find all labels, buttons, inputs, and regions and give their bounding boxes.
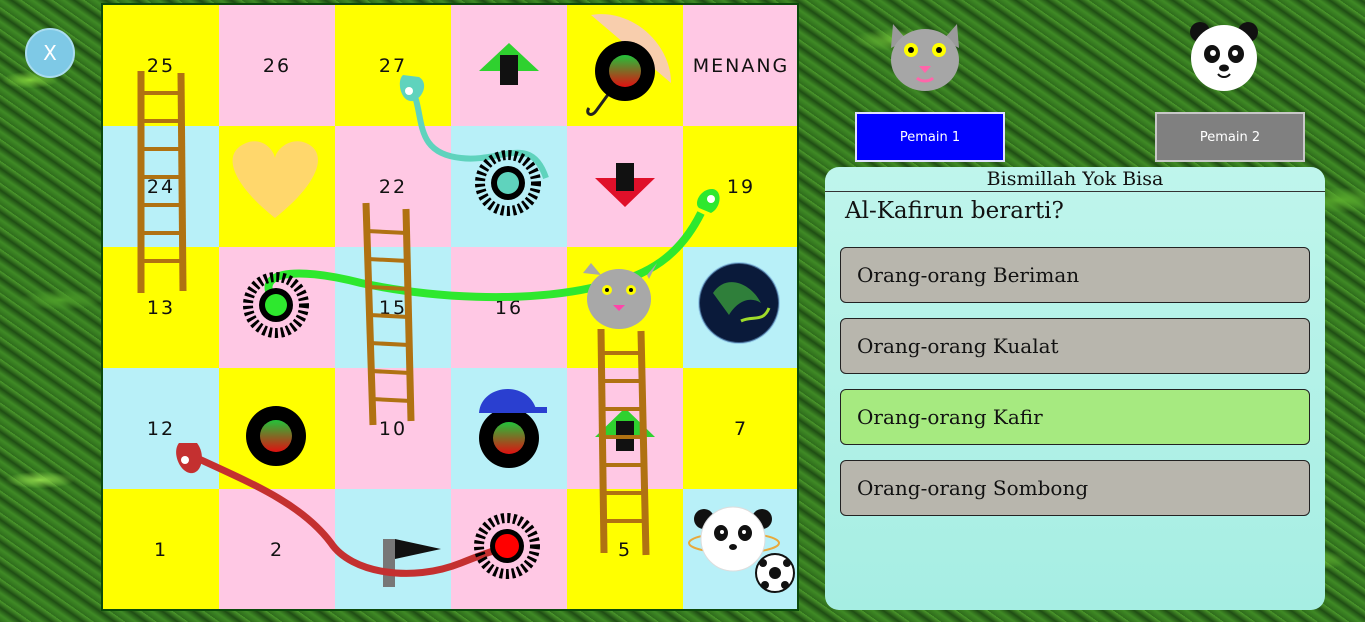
board-cell: 10: [335, 368, 451, 489]
board-cell: [567, 368, 683, 489]
board-cell: [219, 247, 335, 368]
game-board: 25 26 27 MENANG 24 22 19 13 15 16 12 10 7 1 2 5: [101, 3, 799, 611]
player-1-button[interactable]: Pemain 1: [855, 112, 1005, 162]
board-cell: [567, 126, 683, 247]
quiz-title: Bismillah Yok Bisa: [825, 167, 1325, 192]
cat-icon: [891, 24, 959, 91]
answer-option-3[interactable]: Orang-orang Kafir: [840, 389, 1310, 445]
board-cell: 24: [103, 126, 219, 247]
board-cell: 19: [683, 126, 797, 247]
board-cell: [567, 5, 683, 126]
board-cell: MENANG: [683, 5, 797, 126]
board-cell: 15: [335, 247, 451, 368]
board-cell: 25: [103, 5, 219, 126]
board-cell: [683, 489, 797, 609]
board-cell: 27: [335, 5, 451, 126]
board-cell: [451, 5, 567, 126]
board-cell: [683, 247, 797, 368]
board-cell: [451, 489, 567, 609]
board-cell: [219, 126, 335, 247]
board-cell: [451, 126, 567, 247]
board-cell: 16: [451, 247, 567, 368]
board-cell: 7: [683, 368, 797, 489]
answer-option-2[interactable]: Orang-orang Kualat: [840, 318, 1310, 374]
board-cell: 22: [335, 126, 451, 247]
quiz-question: Al-Kafirun berarti?: [845, 198, 1064, 224]
answer-option-1[interactable]: Orang-orang Beriman: [840, 247, 1310, 303]
answer-option-4[interactable]: Orang-orang Sombong: [840, 460, 1310, 516]
board-cell: 2: [219, 489, 335, 609]
player-2-button[interactable]: Pemain 2: [1155, 112, 1305, 162]
board-cell: [451, 368, 567, 489]
board-cell: [335, 489, 451, 609]
board-cell: 5: [567, 489, 683, 609]
board-cell: 12: [103, 368, 219, 489]
board-cell: [567, 247, 683, 368]
board-cell: [219, 368, 335, 489]
board-cell: 13: [103, 247, 219, 368]
panda-icon: [1190, 22, 1258, 91]
board-cell: 26: [219, 5, 335, 126]
board-cell: 1: [103, 489, 219, 609]
close-button[interactable]: X: [25, 28, 75, 78]
quiz-panel: Bismillah Yok Bisa Al-Kafirun berarti? O…: [825, 167, 1325, 610]
